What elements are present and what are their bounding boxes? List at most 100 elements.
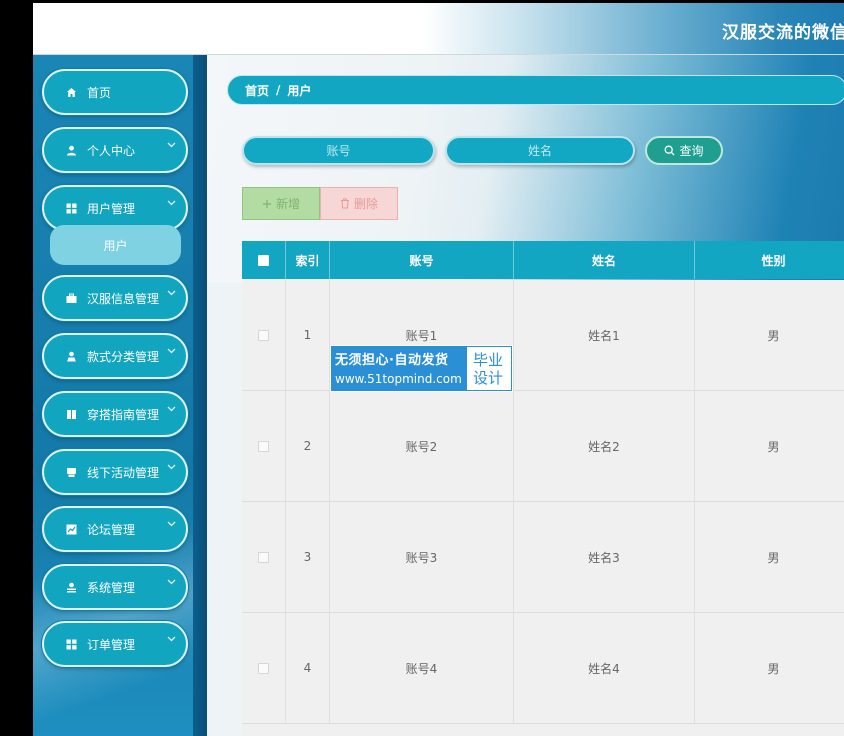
- sidebar-item-outfit-guide[interactable]: 穿搭指南管理: [42, 391, 188, 437]
- sidebar-edge: [193, 55, 207, 736]
- sidebar-subitem-user[interactable]: 用户: [50, 225, 181, 265]
- chevron-down-icon: [167, 200, 176, 206]
- delete-button[interactable]: 删除: [320, 187, 398, 220]
- row-checkbox[interactable]: [258, 662, 269, 674]
- chevron-down-icon: [167, 142, 176, 148]
- chevron-down-icon: [167, 464, 176, 470]
- cell-name: 姓名2: [514, 391, 695, 501]
- select-all-checkbox[interactable]: [258, 254, 269, 266]
- cell-gender: 男: [767, 661, 780, 676]
- chevron-down-icon: [167, 579, 176, 585]
- query-button-label: 查询: [679, 144, 704, 158]
- cell-account: 账号2: [330, 391, 514, 501]
- watermark-banner: 无须担心·自动发货 www.51topmind.com 毕业 设计: [330, 345, 513, 392]
- account-search-input[interactable]: [242, 136, 435, 165]
- cell-gender: 男: [767, 439, 780, 454]
- cell-name: 姓名3: [514, 502, 695, 612]
- plus-icon: [262, 199, 272, 209]
- app-frame: 汉服交流的微信 首页 个人中心 用户管理 用户 汉服信息管理 款式分类管理 穿搭…: [33, 3, 844, 736]
- home-icon: [66, 87, 80, 98]
- add-button[interactable]: 新增: [242, 187, 320, 220]
- row-checkbox[interactable]: [258, 440, 269, 452]
- sidebar-item-label: 穿搭指南管理: [87, 407, 160, 422]
- sidebar-item-label: 论坛管理: [87, 522, 136, 537]
- watermark-badge: 毕业 设计: [466, 346, 512, 391]
- person-icon: [66, 351, 80, 362]
- grid-icon: [66, 203, 80, 214]
- top-header: 汉服交流的微信: [33, 3, 844, 55]
- add-button-label: 新增: [275, 197, 300, 211]
- table-row[interactable]: 4 账号4 姓名4 男: [242, 613, 844, 724]
- cell-name: 姓名4: [514, 613, 695, 723]
- sidebar-item-home[interactable]: 首页: [42, 69, 188, 115]
- row-select-cell[interactable]: [242, 502, 286, 612]
- sidebar-item-hanfu-info[interactable]: 汉服信息管理: [42, 275, 188, 321]
- cell-index: 2: [286, 391, 330, 501]
- breadcrumb-home[interactable]: 首页: [245, 82, 269, 99]
- name-search-input[interactable]: [445, 136, 635, 165]
- chevron-down-icon: [167, 406, 176, 412]
- cell-gender: 男: [767, 550, 780, 565]
- chevron-down-icon: [167, 636, 176, 642]
- cell-index: 1: [286, 280, 330, 390]
- chevron-down-icon: [167, 521, 176, 527]
- watermark-line2: www.51topmind.com: [335, 372, 462, 386]
- delete-button-label: 删除: [353, 197, 378, 211]
- sidebar-item-label: 个人中心: [87, 143, 136, 158]
- table-row[interactable]: 3 账号3 姓名3 男: [242, 502, 844, 613]
- sidebar-item-order[interactable]: 订单管理: [42, 621, 188, 667]
- watermark-badge-line2: 设计: [473, 369, 504, 387]
- print-icon: [66, 467, 80, 478]
- table-row[interactable]: 2 账号2 姓名2 男: [242, 391, 844, 502]
- sidebar-item-label: 订单管理: [87, 637, 136, 652]
- briefcase-icon: [66, 293, 80, 304]
- header-index: 索引: [286, 241, 330, 279]
- breadcrumb: 首页 / 用户: [227, 75, 844, 105]
- header-gender: 性别: [761, 253, 786, 268]
- chevron-down-icon: [167, 290, 176, 296]
- row-checkbox[interactable]: [258, 551, 269, 563]
- header-account: 账号: [330, 241, 514, 279]
- app-title: 汉服交流的微信: [722, 23, 844, 43]
- sidebar-item-system[interactable]: 系统管理: [42, 564, 188, 610]
- row-select-cell[interactable]: [242, 280, 286, 390]
- table-header: 索引 账号 姓名 性别: [242, 241, 844, 279]
- watermark-text: 无须担心·自动发货 www.51topmind.com: [331, 346, 466, 391]
- watermark-line1: 无须担心·自动发货: [335, 353, 449, 368]
- query-button[interactable]: 查询: [645, 136, 723, 165]
- sidebar-item-label: 系统管理: [87, 580, 136, 595]
- chevron-down-icon: [167, 348, 176, 354]
- user-icon: [66, 145, 80, 156]
- sidebar-item-style-category[interactable]: 款式分类管理: [42, 333, 188, 379]
- header-name: 姓名: [514, 241, 695, 279]
- sidebar-item-personal-center[interactable]: 个人中心: [42, 127, 188, 173]
- sidebar-item-label: 用户管理: [87, 201, 136, 216]
- sidebar-item-label: 汉服信息管理: [87, 291, 160, 306]
- chart-icon: [66, 524, 80, 535]
- row-checkbox[interactable]: [258, 329, 269, 341]
- table-row-partial: [242, 724, 844, 736]
- watermark-badge-line1: 毕业: [473, 351, 504, 369]
- trash-icon: [340, 198, 350, 209]
- user-gear-icon: [66, 582, 80, 593]
- cell-account: 账号3: [330, 502, 514, 612]
- book-icon: [66, 409, 80, 420]
- grid-icon: [66, 639, 80, 650]
- sidebar-item-forum[interactable]: 论坛管理: [42, 506, 188, 552]
- search-icon: [664, 145, 675, 156]
- header-select-all[interactable]: [242, 241, 286, 279]
- sidebar-item-label: 线下活动管理: [87, 465, 160, 480]
- row-select-cell[interactable]: [242, 391, 286, 501]
- breadcrumb-current: 用户: [287, 83, 312, 98]
- sidebar-subitem-label: 用户: [103, 238, 128, 253]
- cell-account: 账号4: [330, 613, 514, 723]
- sidebar-item-label: 首页: [87, 85, 112, 100]
- sidebar-item-label: 款式分类管理: [87, 349, 160, 364]
- cell-index: 3: [286, 502, 330, 612]
- row-select-cell[interactable]: [242, 613, 286, 723]
- cell-name: 姓名1: [514, 280, 695, 390]
- breadcrumb-separator: /: [276, 83, 281, 97]
- cell-index: 4: [286, 613, 330, 723]
- cell-gender: 男: [767, 328, 780, 343]
- sidebar-item-offline-activity[interactable]: 线下活动管理: [42, 449, 188, 495]
